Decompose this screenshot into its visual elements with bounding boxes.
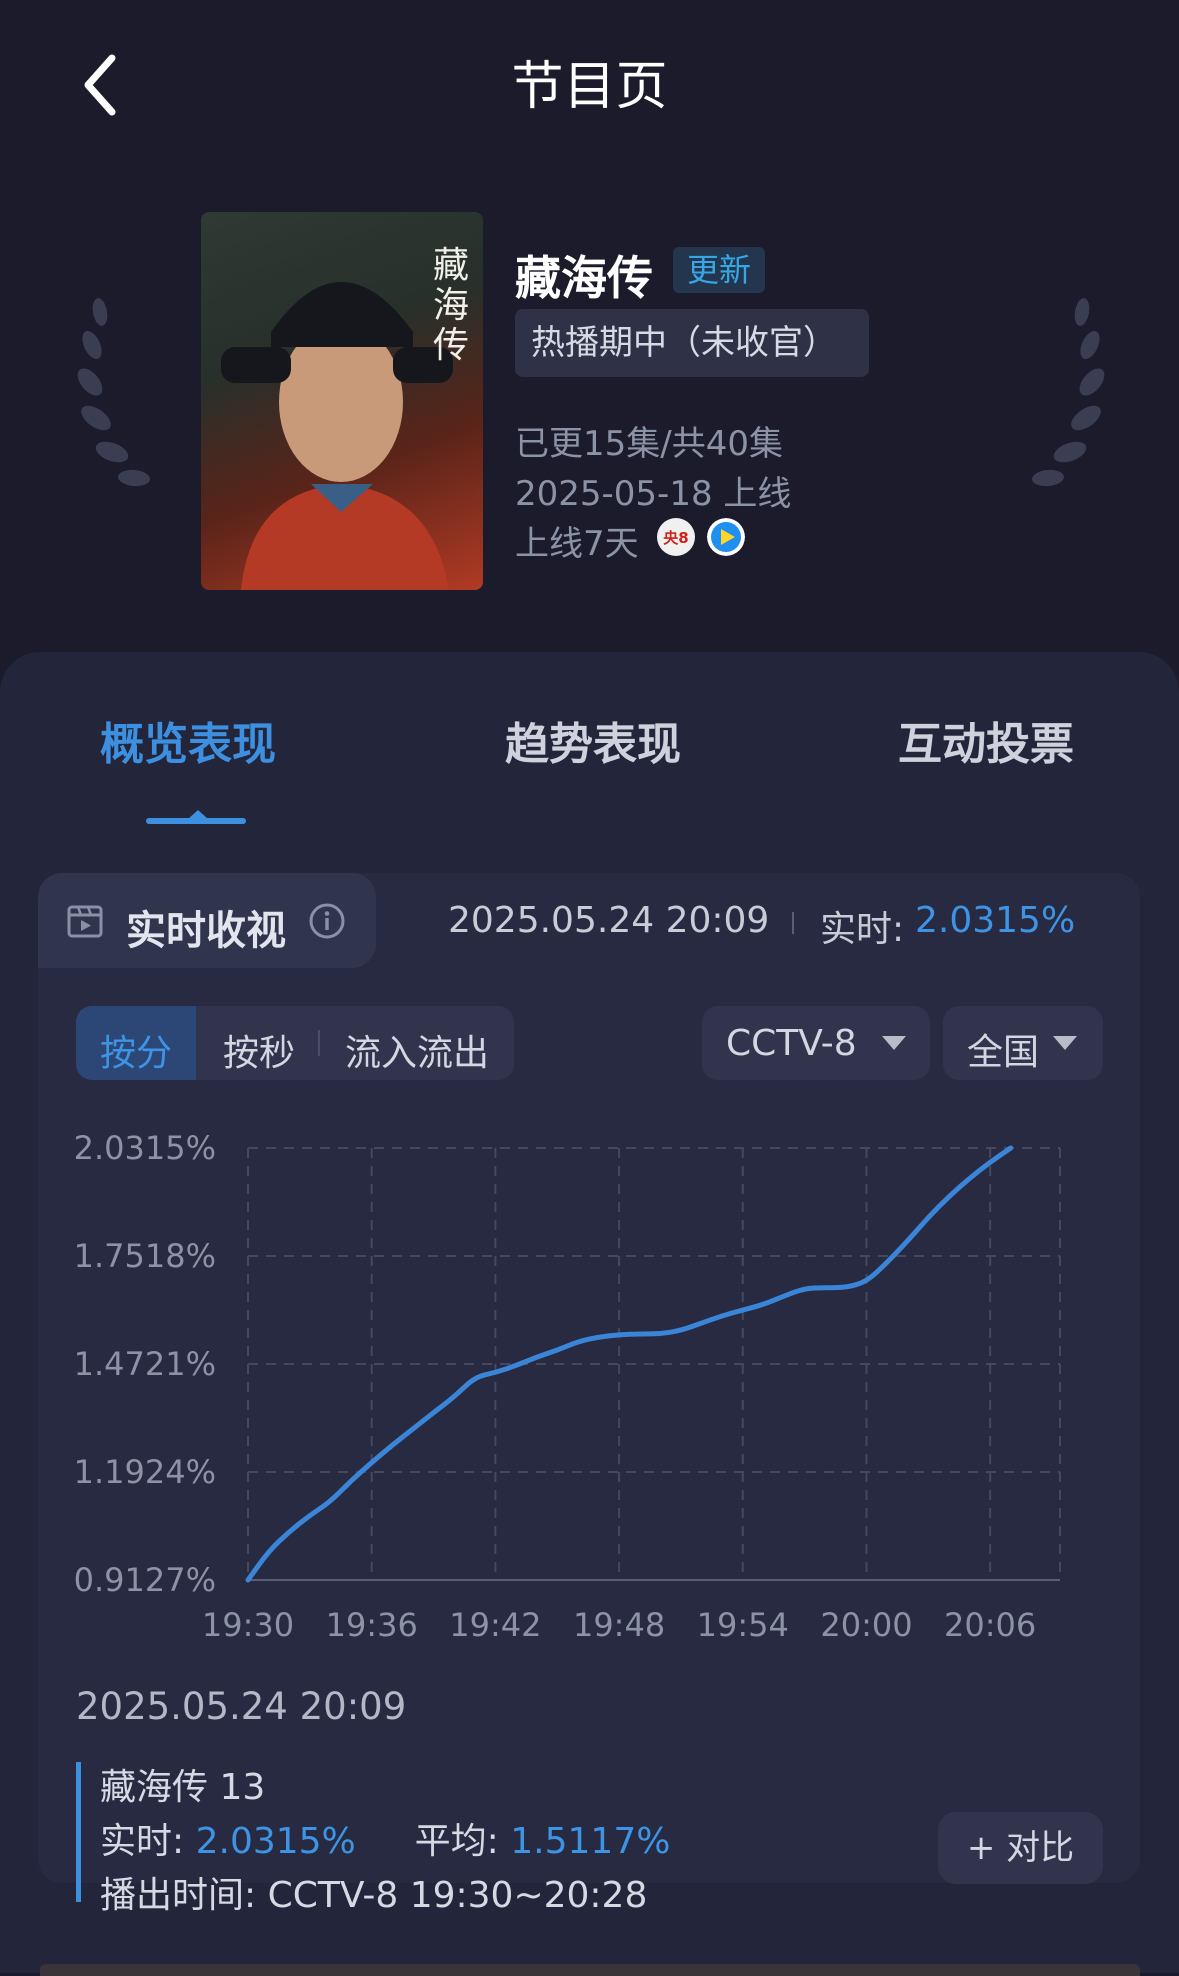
legend-rt-row: 实时: 2.0315% 平均: 1.5117%	[100, 1812, 670, 1864]
x-tick-label: 19:30	[202, 1606, 294, 1640]
video-calendar-icon	[67, 905, 103, 938]
tab-indicator	[146, 818, 246, 824]
legend-rt-value: 2.0315%	[195, 1821, 356, 1862]
tab-overview[interactable]: 概览表现	[100, 708, 276, 772]
segment-flow[interactable]: 流入流出	[345, 1024, 489, 1076]
release-date: 2025-05-18 上线	[515, 474, 792, 514]
chevron-down-icon	[882, 1036, 906, 1050]
legend-avg-label: 平均:	[414, 1821, 499, 1862]
cctv8-icon: 央8	[657, 518, 695, 556]
channel-dropdown-value: CCTV-8	[726, 1023, 857, 1064]
update-badge: 更新	[673, 247, 766, 293]
compare-button[interactable]: + 对比	[938, 1812, 1103, 1884]
tab-trend[interactable]: 趋势表现	[505, 708, 681, 772]
y-tick-label: 1.7518%	[74, 1237, 216, 1275]
y-tick-label: 1.4721%	[74, 1345, 216, 1383]
page-title: 节目页	[511, 57, 668, 117]
legend-avg-value: 1.5117%	[510, 1821, 671, 1862]
x-tick-label: 19:36	[326, 1606, 418, 1640]
divider	[792, 912, 794, 934]
show-title: 藏海传	[515, 251, 653, 305]
y-tick-label: 1.1924%	[74, 1453, 216, 1491]
next-card-edge	[40, 1964, 1140, 1976]
legend-air-time: 播出时间: CCTV-8 19:30~20:28	[100, 1875, 648, 1916]
x-tick-label: 19:48	[573, 1606, 665, 1640]
segment-by-second[interactable]: 按秒	[223, 1024, 295, 1076]
days-online: 上线7天	[515, 524, 639, 564]
legend-accent-bar	[76, 1762, 81, 1902]
realtime-timestamp: 2025.05.24 20:09	[448, 900, 770, 941]
realtime-value: 2.0315%	[915, 900, 1076, 941]
legend-episode: 藏海传 13	[100, 1767, 266, 1808]
ratings-line-chart: 0.9127% 1.1924% 1.4721% 1.7518% 2.0315% 19:30…	[74, 1129, 1061, 1640]
segment-by-minute[interactable]: 按分	[100, 1024, 172, 1076]
realtime-label: 实时收视	[126, 908, 286, 954]
x-tick-label: 20:06	[944, 1606, 1036, 1640]
region-dropdown-value: 全国	[967, 1032, 1040, 1073]
y-tick-label: 0.9127%	[74, 1561, 216, 1599]
y-tick-label: 2.0315%	[74, 1129, 216, 1167]
tab-vote[interactable]: 互动投票	[898, 708, 1074, 772]
info-icon[interactable]	[308, 902, 346, 940]
x-tick-label: 20:00	[820, 1606, 912, 1640]
play-platform-icon	[707, 518, 745, 556]
status-pill: 热播期中（未收官）	[515, 309, 869, 377]
legend-rt-label: 实时:	[100, 1821, 185, 1862]
episode-count: 已更15集/共40集	[515, 424, 783, 464]
laurel-left-icon	[77, 298, 150, 487]
selected-timestamp: 2025.05.24 20:09	[76, 1685, 407, 1728]
x-tick-label: 19:42	[449, 1606, 541, 1640]
show-poster[interactable]: 藏海传	[201, 212, 483, 590]
chevron-down-icon	[1053, 1036, 1077, 1050]
x-tick-label: 19:54	[697, 1606, 789, 1640]
laurel-right-icon	[1032, 298, 1105, 487]
segment-divider	[318, 1030, 320, 1056]
poster-title-text: 藏海传	[432, 245, 469, 366]
realtime-value-label: 实时:	[820, 909, 905, 950]
